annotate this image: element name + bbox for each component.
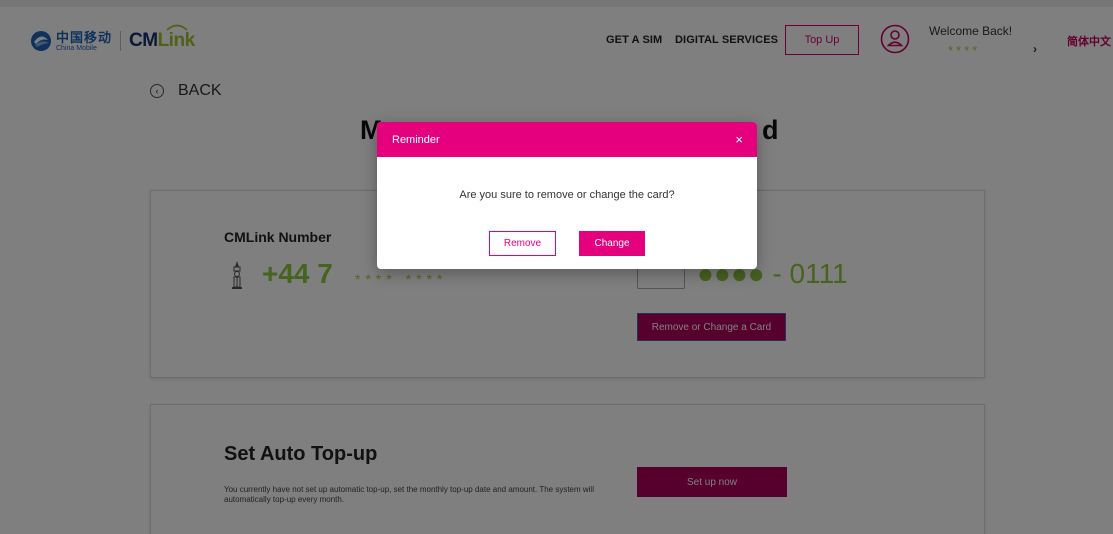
modal-header: Reminder ×	[377, 122, 757, 157]
close-icon[interactable]: ×	[735, 132, 743, 147]
modal-remove-button[interactable]: Remove	[489, 231, 556, 256]
modal-title: Reminder	[392, 133, 440, 146]
modal-message: Are you sure to remove or change the car…	[459, 189, 675, 201]
modal-change-button[interactable]: Change	[579, 231, 645, 256]
reminder-modal: Reminder × Are you sure to remove or cha…	[377, 122, 757, 269]
app-frame: 中国移动 China Mobile CMLink GET A SIM DIGIT…	[0, 0, 1113, 534]
